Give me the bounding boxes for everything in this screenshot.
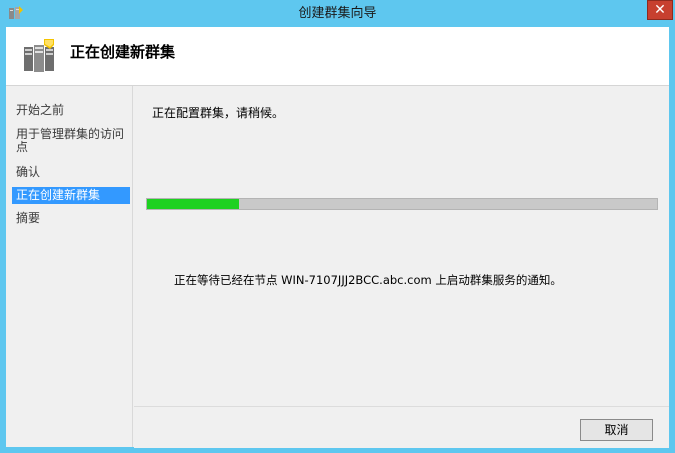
close-button[interactable]: ✕	[647, 0, 673, 20]
sidebar-item-confirmation[interactable]: 确认	[12, 164, 130, 181]
page-title: 正在创建新群集	[70, 43, 176, 61]
cluster-servers-icon	[22, 37, 58, 75]
wizard-content: 开始之前 用于管理群集的访问点 确认 正在创建新群集 摘要 正在配置群集，请稍候…	[6, 86, 669, 448]
wizard-main-panel: 正在配置群集，请稍候。 正在等待已经在节点 WIN-7107JJJ2BCC.ab…	[134, 86, 669, 406]
wizard-steps-sidebar: 开始之前 用于管理群集的访问点 确认 正在创建新群集 摘要	[6, 86, 133, 447]
sidebar-item-creating-cluster[interactable]: 正在创建新群集	[12, 187, 130, 204]
title-bar[interactable]: 创建群集向导 ✕	[0, 0, 675, 27]
sidebar-item-summary[interactable]: 摘要	[12, 210, 130, 227]
wizard-window: 创建群集向导 ✕ 正在创建新群集 开始之前 用于管理群集的访问点 确认 正在创建…	[0, 0, 675, 453]
window-title: 创建群集向导	[298, 6, 377, 21]
sidebar-item-label: 用于管理群集的访问点	[16, 127, 125, 154]
sidebar-item-label: 正在创建新群集	[16, 188, 101, 202]
progress-bar	[146, 198, 658, 210]
cancel-button[interactable]: 取消	[580, 419, 653, 441]
sidebar-item-label: 摘要	[16, 211, 41, 225]
wizard-header: 正在创建新群集	[6, 27, 669, 86]
status-text: 正在配置群集，请稍候。	[152, 106, 285, 120]
sidebar-item-label: 开始之前	[16, 103, 65, 117]
sidebar-item-before-you-begin[interactable]: 开始之前	[12, 102, 130, 119]
close-icon: ✕	[654, 2, 666, 18]
sidebar-item-label: 确认	[16, 165, 41, 179]
wizard-footer: 取消	[134, 406, 669, 448]
progress-fill	[147, 199, 239, 209]
wait-message: 正在等待已经在节点 WIN-7107JJJ2BCC.abc.com 上启动群集服…	[174, 273, 562, 287]
sidebar-item-access-point[interactable]: 用于管理群集的访问点	[12, 126, 130, 156]
